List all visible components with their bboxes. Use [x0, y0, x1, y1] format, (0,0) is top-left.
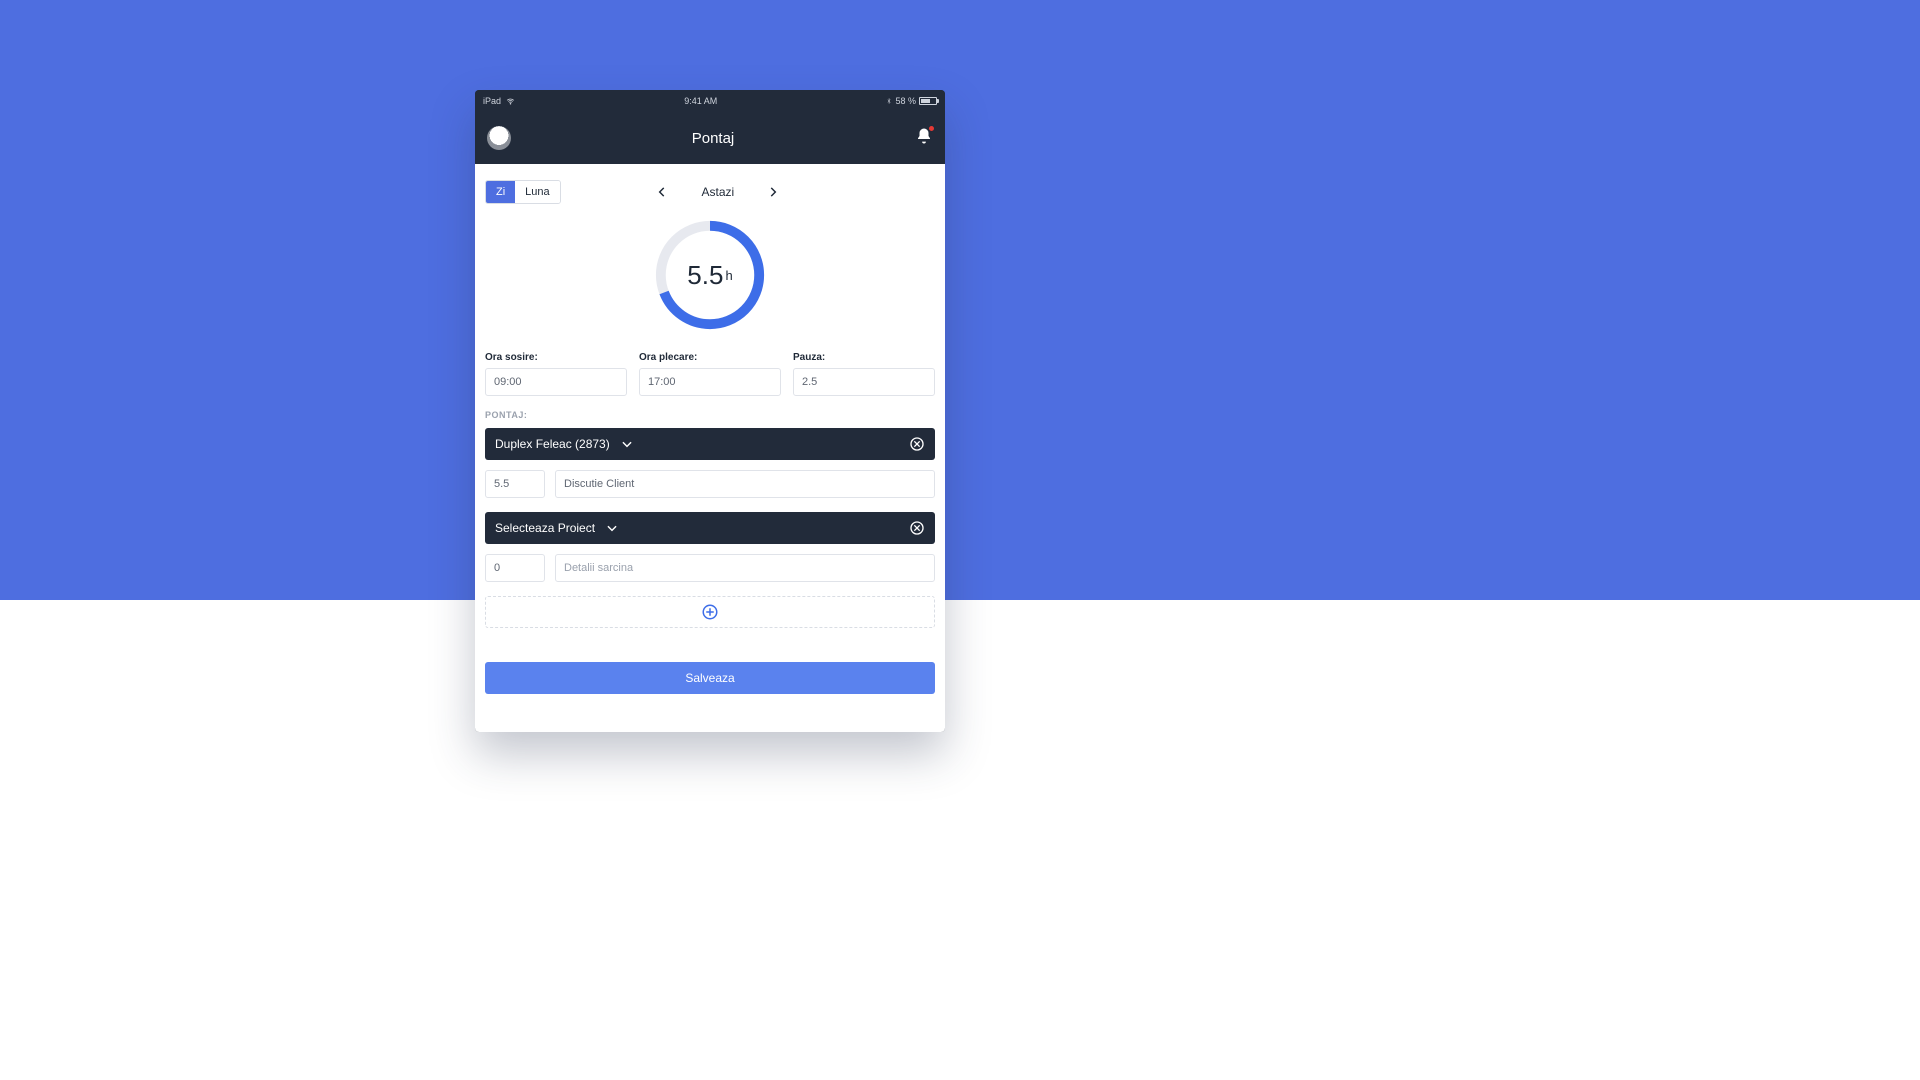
arrival-input[interactable]	[485, 368, 627, 396]
page-title: Pontaj	[692, 130, 735, 147]
battery-pct: 58 %	[895, 96, 916, 106]
notification-badge	[928, 125, 935, 132]
date-label: Astazi	[701, 185, 734, 199]
tab-day[interactable]: Zi	[486, 181, 515, 203]
add-entry-button[interactable]	[485, 596, 935, 628]
entry-details-input[interactable]	[555, 554, 935, 582]
entry-hours-input[interactable]	[485, 470, 545, 498]
tablet-frame: iPad 9:41 AM 58 % Pontaj Zi	[475, 90, 945, 732]
project-select-label: Duplex Feleac (2873)	[495, 437, 610, 451]
status-time: 9:41 AM	[684, 96, 717, 106]
remove-entry-button[interactable]	[909, 520, 925, 536]
chevron-down-icon	[620, 437, 634, 451]
entry-hours-input[interactable]	[485, 554, 545, 582]
status-bar: iPad 9:41 AM 58 %	[475, 90, 945, 112]
app-header: Pontaj	[475, 112, 945, 164]
notifications-button[interactable]	[915, 127, 933, 150]
wifi-icon	[506, 97, 515, 106]
next-day-button[interactable]	[766, 185, 780, 199]
project-select[interactable]: Selecteaza Proiect	[485, 512, 935, 544]
tab-month[interactable]: Luna	[515, 181, 559, 203]
departure-input[interactable]	[639, 368, 781, 396]
arrival-label: Ora sosire:	[485, 352, 627, 363]
gauge-unit: h	[725, 268, 732, 283]
gauge-value: 5.5	[687, 260, 723, 291]
break-label: Pauza:	[793, 352, 935, 363]
section-label: PONTAJ:	[485, 410, 935, 420]
save-button[interactable]: Salveaza	[485, 662, 935, 694]
project-select[interactable]: Duplex Feleac (2873)	[485, 428, 935, 460]
device-label: iPad	[483, 96, 501, 106]
departure-label: Ora plecare:	[639, 352, 781, 363]
plus-circle-icon	[701, 603, 719, 621]
hours-gauge: 5.5h	[651, 216, 769, 334]
project-select-label: Selecteaza Proiect	[495, 521, 595, 535]
bluetooth-icon	[886, 97, 892, 105]
battery-icon	[919, 97, 937, 105]
avatar[interactable]	[487, 126, 511, 150]
break-input[interactable]	[793, 368, 935, 396]
prev-day-button[interactable]	[655, 185, 669, 199]
remove-entry-button[interactable]	[909, 436, 925, 452]
entry-details-input[interactable]	[555, 470, 935, 498]
period-segmented: Zi Luna	[485, 180, 561, 204]
chevron-down-icon	[605, 521, 619, 535]
